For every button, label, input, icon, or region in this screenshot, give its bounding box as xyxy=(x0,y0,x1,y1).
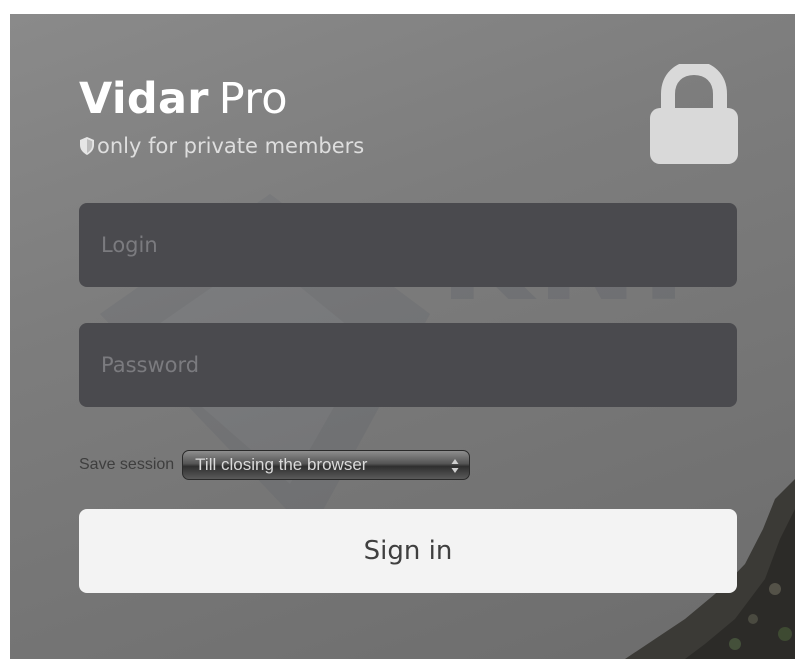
save-session-select[interactable]: Till closing the browser xyxy=(182,450,471,480)
subtitle-text: only for private members xyxy=(97,134,365,158)
save-session-row: Save session Till closing the browser xyxy=(79,450,471,480)
app-brand: Vidar xyxy=(79,74,209,124)
app-edition: Pro xyxy=(218,74,288,124)
app-subtitle: only for private members xyxy=(79,134,364,158)
sign-in-button[interactable]: Sign in xyxy=(79,509,737,593)
login-panel: KNF VidarPro only for private members Sa… xyxy=(10,14,795,659)
app-title: Vidar Pro xyxy=(79,74,288,124)
shield-icon xyxy=(80,137,94,155)
lock-icon xyxy=(650,64,738,164)
password-field[interactable] xyxy=(79,323,737,407)
updown-arrows-icon xyxy=(451,459,459,473)
login-field[interactable] xyxy=(79,203,737,287)
save-session-selected-value: Till closing the browser xyxy=(195,455,368,474)
save-session-label: Save session xyxy=(79,456,175,473)
login-input[interactable] xyxy=(99,232,717,258)
password-input[interactable] xyxy=(99,352,717,378)
